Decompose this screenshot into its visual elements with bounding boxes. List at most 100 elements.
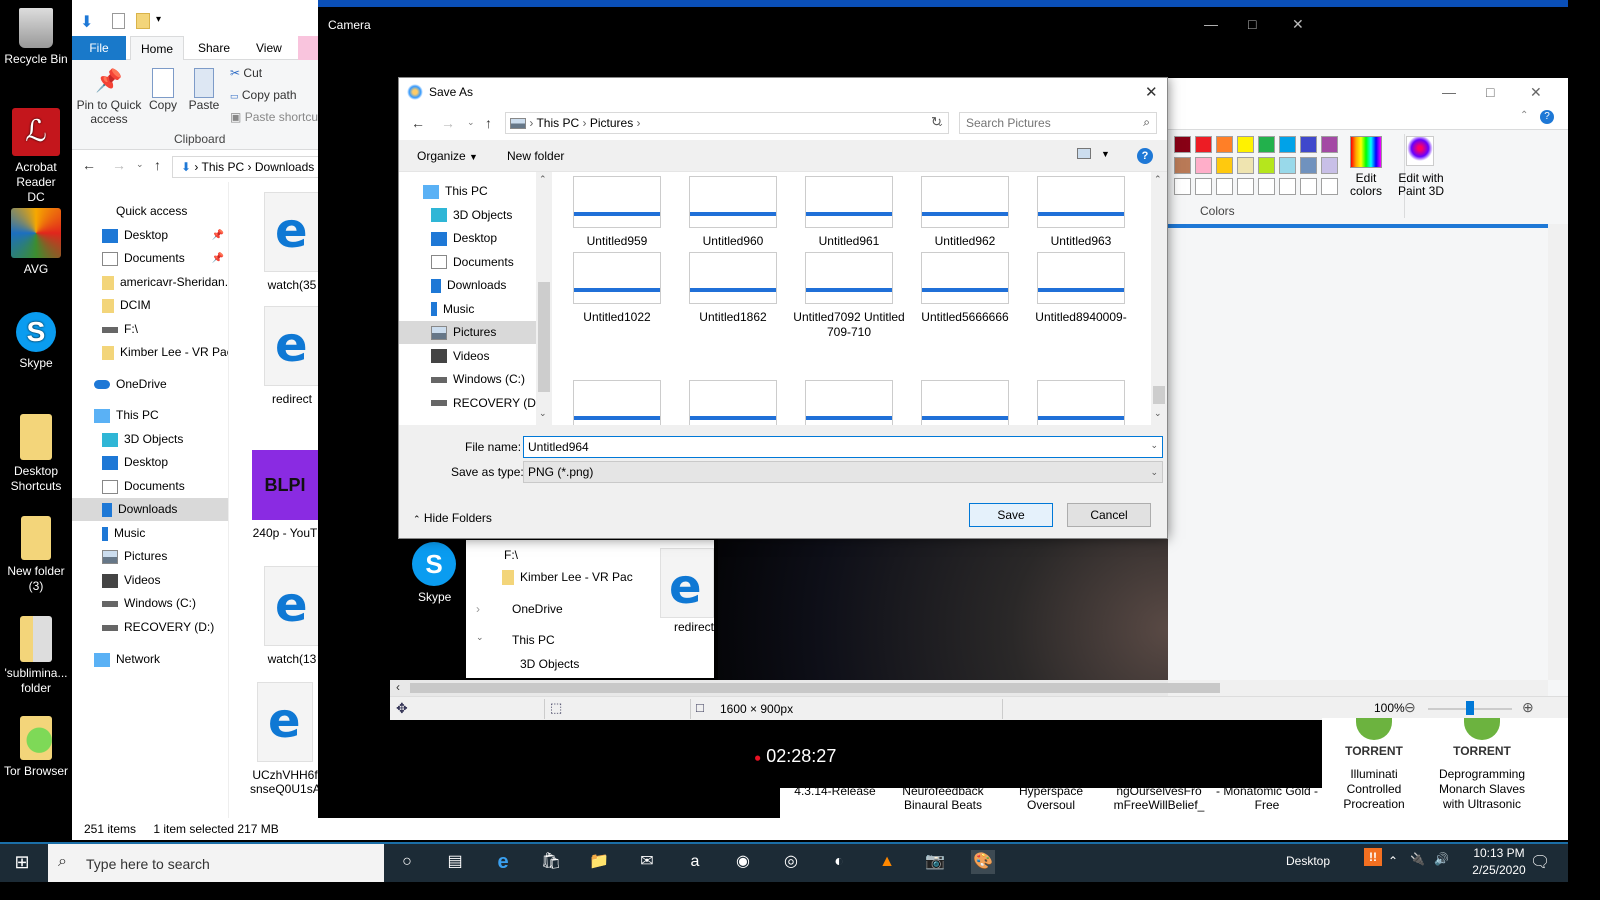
help-icon[interactable]: ? <box>1540 110 1554 124</box>
nav-item[interactable]: Music <box>72 522 228 545</box>
clock-time[interactable]: 10:13 PM <box>1464 846 1534 860</box>
start-button[interactable]: ⊞ <box>10 850 34 874</box>
view-dropdown-icon[interactable]: ▼ <box>1101 149 1110 159</box>
color-swatch[interactable] <box>1321 157 1338 174</box>
nav-item[interactable]: Windows (C:) <box>72 592 228 615</box>
download-item[interactable]: - Monatomic Gold - Free <box>1212 788 1322 812</box>
nav-item[interactable]: Kimber Lee - VR Pac <box>72 341 228 364</box>
color-swatch[interactable] <box>1258 136 1275 153</box>
save-button[interactable]: Save <box>969 503 1053 527</box>
file-thumbnail[interactable]: Untitled7092 Untitled 709-710 <box>791 252 907 340</box>
up-arrow-icon[interactable]: ↑ <box>154 157 161 173</box>
chevron-right-icon[interactable]: › <box>476 602 480 616</box>
color-swatch[interactable] <box>1195 157 1212 174</box>
back-arrow-icon[interactable]: ← <box>82 157 96 173</box>
desktop-icon-recycle-bin[interactable]: Recycle Bin <box>0 8 72 67</box>
file-tile[interactable]: e watch(35 <box>262 192 322 292</box>
file-thumbnail[interactable]: Untitled963 <box>1023 176 1139 249</box>
edit-paint3d-button[interactable]: Edit with Paint 3D <box>1392 172 1450 198</box>
back-arrow-icon[interactable]: ← <box>411 115 425 131</box>
file-thumbnail[interactable]: Untitled959 <box>559 176 675 249</box>
search-input[interactable] <box>960 113 1130 133</box>
zoom-in-button[interactable]: ⊕ <box>1522 699 1534 716</box>
file-thumbnail[interactable] <box>559 380 675 425</box>
tab-home[interactable]: Home <box>130 36 185 61</box>
bg-tree-item[interactable]: F:\ <box>504 548 518 562</box>
color-app-icon[interactable]: ◐ <box>827 850 851 874</box>
notification-app-icon[interactable]: !! <box>1364 848 1382 866</box>
color-swatch[interactable] <box>1300 157 1317 174</box>
bg-tree-item[interactable]: OneDrive <box>512 602 563 616</box>
bg-tree-item[interactable]: Kimber Lee - VR Pac <box>520 570 633 584</box>
paint-canvas[interactable] <box>1168 228 1548 680</box>
collapse-ribbon-icon[interactable]: ⌃ <box>1520 110 1528 121</box>
nav-item[interactable]: Videos <box>72 569 228 592</box>
file-tile[interactable]: e watch(13 <box>262 566 322 666</box>
color-swatch-empty[interactable] <box>1237 178 1254 195</box>
zoom-slider-thumb[interactable] <box>1466 701 1474 715</box>
download-icon[interactable]: ⬇ <box>80 12 93 32</box>
file-thumbnail[interactable] <box>1023 380 1139 425</box>
file-thumbnail[interactable]: Untitled5666666 <box>907 252 1023 325</box>
power-icon[interactable]: 🔌 <box>1410 852 1425 866</box>
file-thumbnail[interactable]: Untitled962 <box>907 176 1023 249</box>
vlc-icon[interactable]: ▲ <box>875 850 899 874</box>
cut-button[interactable]: ✂ Cut <box>230 66 262 80</box>
breadcrumb-downloads[interactable]: Downloads <box>255 160 314 174</box>
paste-button[interactable]: Paste <box>186 68 222 112</box>
bg-tree-item[interactable]: This PC <box>512 633 555 647</box>
tab-view[interactable]: View <box>246 36 292 60</box>
folder-tree-item[interactable]: Windows (C:) <box>399 368 536 391</box>
nav-item[interactable]: Downloads <box>72 498 228 521</box>
nav-item[interactable]: 3D Objects <box>72 428 228 451</box>
forward-arrow-icon[interactable]: → <box>441 115 455 131</box>
desktop-icon-desktop-shortcuts[interactable]: Desktop Shortcuts <box>0 414 72 494</box>
desktop-icon-subliminal-folder[interactable]: 'sublimina... folder <box>0 616 72 696</box>
folder-tree-item[interactable]: Documents <box>399 251 536 274</box>
file-thumbnail[interactable]: Untitled1862 <box>675 252 791 325</box>
color-swatch[interactable] <box>1279 136 1296 153</box>
breadcrumb-pictures[interactable]: Pictures <box>590 116 633 130</box>
download-item[interactable]: Hyperspace Oversoul <box>996 788 1106 812</box>
download-item[interactable]: Neurofeedback Binaural Beats <box>888 788 998 812</box>
file-thumbnail[interactable] <box>907 380 1023 425</box>
pin-quick-access-button[interactable]: 📌 Pin to Quick access <box>76 68 142 126</box>
scroll-left-icon[interactable]: ‹ <box>396 680 400 694</box>
organize-button[interactable]: Organize ▼ <box>417 149 478 163</box>
paint-icon[interactable]: 🎨 <box>971 850 995 874</box>
file-thumbnail[interactable]: Untitled8940009- <box>1023 252 1139 325</box>
nav-item[interactable]: Desktop 📌 <box>72 224 228 247</box>
nav-item[interactable]: Documents 📌 <box>72 247 228 270</box>
color-swatch[interactable] <box>1216 136 1233 153</box>
color-swatch-empty[interactable] <box>1258 178 1275 195</box>
cortana-icon[interactable]: ○ <box>395 850 419 874</box>
chevron-down-icon[interactable]: ⌄ <box>476 632 484 643</box>
tripadvisor-icon[interactable]: ◉ <box>731 850 755 874</box>
desktop-icon-acrobat[interactable]: ℒ Acrobat Reader DC <box>0 108 72 205</box>
bg-tree-item[interactable]: 3D Objects <box>520 657 579 671</box>
webcam-icon[interactable]: ◎ <box>779 850 803 874</box>
color-swatch-empty[interactable] <box>1279 178 1296 195</box>
copy-path-button[interactable]: ▭ Copy path <box>230 88 297 102</box>
paste-shortcut-button[interactable]: ▣ Paste shortcut <box>230 110 321 124</box>
nav-item[interactable]: This PC <box>72 404 228 427</box>
refresh-icon[interactable]: ↻ <box>931 114 942 130</box>
color-swatch[interactable] <box>1258 157 1275 174</box>
search-box[interactable]: ⌕ <box>959 112 1157 134</box>
file-thumbnail[interactable]: Untitled961 <box>791 176 907 249</box>
download-item[interactable]: ngOurselvesFro mFreeWillBelief_ <box>1104 788 1214 812</box>
folder-tree-item[interactable]: 3D Objects <box>399 204 536 227</box>
file-tile[interactable]: BLPI 240p - YouT <box>252 450 318 540</box>
nav-item[interactable]: OneDrive <box>72 373 228 396</box>
search-box[interactable]: ⌕ Type here to search <box>48 844 384 882</box>
up-arrow-icon[interactable]: ↑ <box>485 115 492 131</box>
file-tile[interactable]: e UCzhVHH6f snseQ0U1sA <box>250 682 320 796</box>
color-swatch[interactable] <box>1216 157 1233 174</box>
color-swatch[interactable] <box>1237 157 1254 174</box>
amazon-icon[interactable]: a <box>683 850 707 874</box>
customize-qat-icon[interactable]: ▾ <box>156 14 161 25</box>
new-folder-icon[interactable] <box>136 13 150 29</box>
properties-icon[interactable] <box>112 13 125 29</box>
minimize-button[interactable]: — <box>1442 84 1456 100</box>
color-swatch-empty[interactable] <box>1321 178 1338 195</box>
